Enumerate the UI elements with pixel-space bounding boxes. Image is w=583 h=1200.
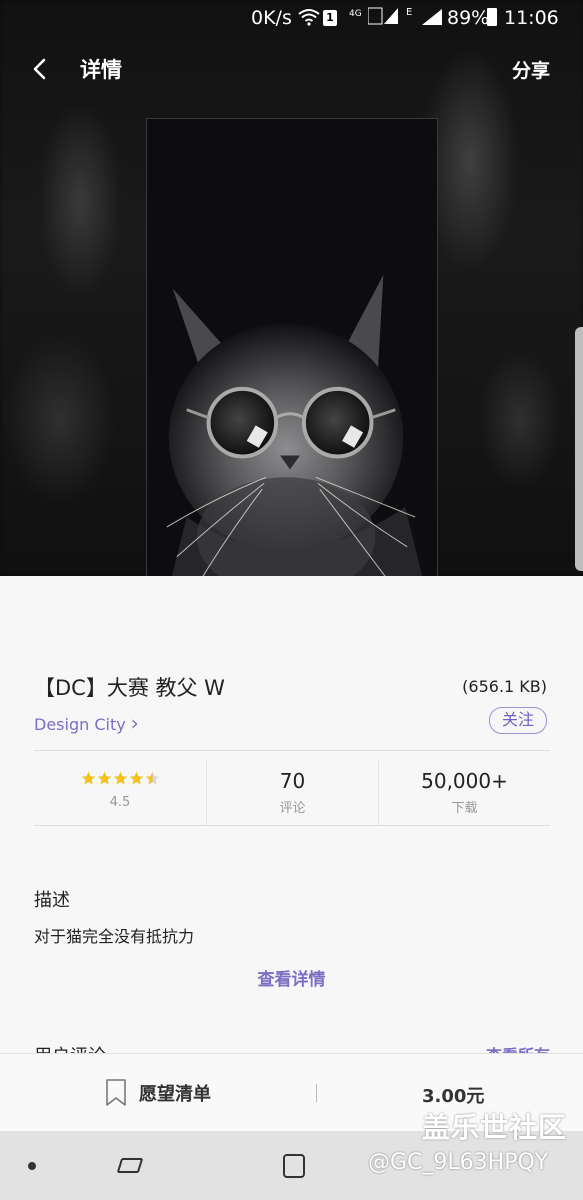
wishlist-button[interactable]: 愿望清单	[105, 1078, 211, 1108]
battery-percent: 89%	[447, 7, 490, 29]
signal-icon	[422, 9, 442, 25]
star-icon	[113, 771, 127, 785]
page-title: 详情	[80, 58, 122, 82]
view-details-button[interactable]: 查看详情	[0, 965, 583, 990]
wishlist-label: 愿望清单	[139, 1084, 211, 1105]
app-bar: 详情 分享	[0, 48, 583, 90]
home-icon[interactable]	[282, 1153, 306, 1179]
description-text: 对于猫完全没有抵抗力	[34, 927, 195, 946]
stats-row: 4.5 70 评论 50,000+ 下载	[34, 761, 550, 825]
clock: 11:06	[504, 7, 559, 29]
rating-value: 4.5	[109, 795, 131, 810]
sim-badge: 1	[323, 10, 337, 26]
downloads-label: 下载	[451, 801, 478, 816]
chevron-left-icon[interactable]	[24, 52, 58, 86]
net-speed: 0K/s	[251, 7, 292, 29]
price-button[interactable]: 3.00元	[422, 1082, 484, 1108]
follow-button[interactable]: 关注	[489, 707, 547, 734]
star-icon	[81, 771, 95, 785]
cat-image	[147, 119, 437, 636]
star-icon	[129, 771, 143, 785]
nav-dot-icon[interactable]	[28, 1162, 36, 1170]
chevron-right-icon: ›	[130, 711, 139, 735]
network-4g-label: 4G	[349, 9, 362, 19]
downloads-count: 50,000+	[421, 769, 508, 793]
divider	[316, 1084, 317, 1102]
detail-info-panel: 【DC】大赛 教父 W (656.1 KB) Design City › 关注 …	[0, 576, 583, 1067]
downloads-stat: 50,000+ 下载	[378, 761, 550, 825]
divider	[34, 825, 550, 826]
rating-stat: 4.5	[34, 761, 206, 825]
star-icon	[97, 771, 111, 785]
status-bar: 0K/s 1 4G E 89% 11:06	[0, 0, 583, 36]
signal-icon	[368, 7, 398, 25]
wallpaper-preview[interactable]	[146, 118, 438, 637]
reviews-stat: 70 评论	[206, 761, 378, 825]
share-button[interactable]: 分享	[512, 56, 550, 83]
divider	[34, 750, 550, 751]
bookmark-icon	[106, 1079, 126, 1106]
item-title: 【DC】大赛 教父 W	[34, 676, 225, 700]
file-size: (656.1 KB)	[462, 677, 547, 696]
rating-stars	[34, 771, 206, 789]
recents-icon[interactable]	[116, 1153, 144, 1179]
watermark-user: @GC_9L63HPQY	[368, 1150, 549, 1175]
wifi-icon	[298, 9, 320, 26]
author-name: Design City	[34, 715, 126, 734]
description-heading: 描述	[34, 890, 70, 911]
author-link[interactable]: Design City ›	[34, 711, 139, 735]
edge-panel-handle[interactable]	[575, 327, 583, 571]
reviews-count: 70	[279, 769, 306, 793]
network-e-label: E	[406, 7, 413, 18]
watermark-title: 盖乐世社区	[422, 1111, 568, 1144]
reviews-label: 评论	[279, 801, 306, 816]
battery-icon	[487, 8, 497, 26]
star-icon	[145, 771, 159, 785]
